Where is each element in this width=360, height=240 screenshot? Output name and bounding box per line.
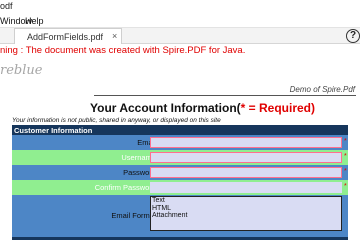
form-heading: Your Account Information(* = Required) xyxy=(90,101,315,115)
heading-required-note: * = Required) xyxy=(240,101,316,115)
customer-form: Customer Information Email * Username * … xyxy=(12,125,348,240)
username-field[interactable] xyxy=(150,152,342,163)
help-icon[interactable]: ? xyxy=(346,29,360,43)
tab-addformfields[interactable]: AddFormFields.pdf × xyxy=(14,28,122,44)
demo-label: Demo of Spire.Pdf xyxy=(289,85,355,94)
confirm-password-field[interactable] xyxy=(150,182,342,193)
menu-help[interactable]: Help xyxy=(25,16,44,26)
brand-logo-text: reblue xyxy=(0,63,43,78)
confirm-password-required-mark: * xyxy=(344,183,347,190)
option-text[interactable]: Text xyxy=(152,197,340,205)
window-title-strip: odf xyxy=(0,0,360,14)
username-row: Username * xyxy=(12,150,348,165)
tab-bar: AddFormFields.pdf × ? xyxy=(0,28,360,44)
pdf-page: ning : The document was created with Spi… xyxy=(0,45,360,240)
privacy-notice: Your information is not public, shared i… xyxy=(12,117,221,124)
password-field[interactable] xyxy=(150,167,342,178)
confirm-password-row: Confirm Password * xyxy=(12,180,348,195)
option-html[interactable]: HTML xyxy=(152,205,340,213)
email-field[interactable] xyxy=(150,137,342,148)
password-required-mark: * xyxy=(344,168,347,175)
heading-main: Your Account Information( xyxy=(90,101,241,115)
email-row: Email * xyxy=(12,135,348,150)
email-required-mark: * xyxy=(344,138,347,145)
confirm-password-label: Confirm Password xyxy=(94,183,156,192)
section-header: Customer Information xyxy=(12,125,348,135)
email-format-row: Email Format Text HTML Attachment xyxy=(12,195,348,237)
window-title: odf xyxy=(0,1,13,11)
close-icon[interactable]: × xyxy=(112,31,117,41)
password-row: Password * xyxy=(12,165,348,180)
menu-bar: Window Help xyxy=(0,14,360,28)
evaluation-warning: ning : The document was created with Spi… xyxy=(0,45,246,56)
email-format-listbox[interactable]: Text HTML Attachment xyxy=(150,196,342,231)
username-required-mark: * xyxy=(344,153,347,160)
tab-label: AddFormFields.pdf xyxy=(27,32,104,42)
option-attachment[interactable]: Attachment xyxy=(152,212,340,220)
header-rule xyxy=(94,95,356,96)
